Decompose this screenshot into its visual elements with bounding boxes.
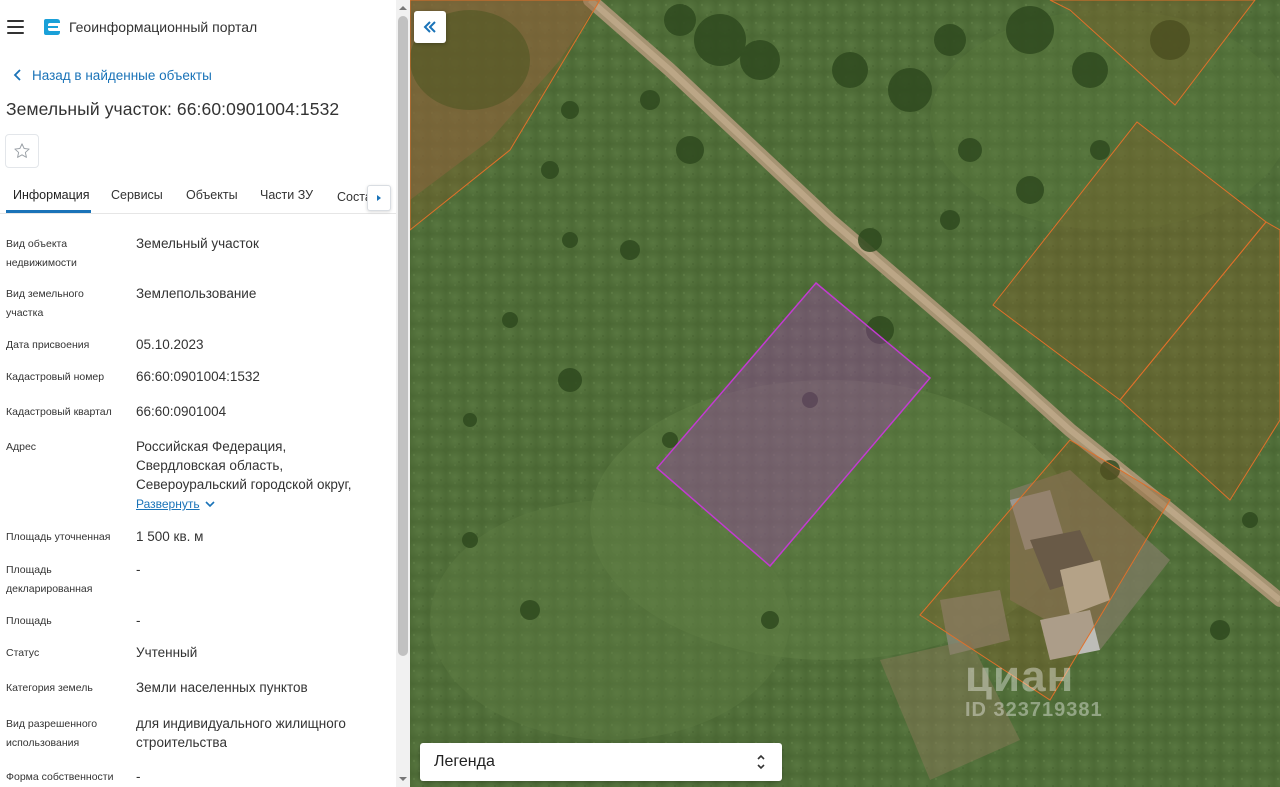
value-cadastral-number: 66:60:0901004:1532 — [136, 369, 260, 384]
legend-label: Легенда — [434, 753, 495, 770]
tab-composition[interactable]: Состав — [337, 190, 369, 204]
expand-label: Развернуть — [136, 497, 200, 511]
favorite-button[interactable] — [5, 134, 39, 168]
value-ownership-form: - — [136, 769, 141, 784]
label-address: Адрес — [6, 441, 37, 453]
expand-address-link[interactable]: Развернуть — [136, 497, 215, 511]
scroll-down-arrow-icon[interactable] — [396, 773, 410, 785]
label-cadastral-quarter: Кадастровый квартал — [6, 406, 112, 418]
tab-information[interactable]: Информация — [13, 188, 90, 202]
value-status: Учтенный — [136, 645, 198, 660]
map-view[interactable]: циан ID 323719381 Легенда — [410, 0, 1280, 787]
legend-dropdown[interactable]: Легенда — [420, 743, 782, 781]
object-title: Земельный участок: 66:60:0901004:1532 — [6, 99, 340, 119]
label-land-category: Категория земель — [6, 682, 93, 694]
panel-scrollbar[interactable] — [396, 0, 410, 787]
value-permitted-use: для индивидуального жилищного строительст… — [136, 716, 346, 750]
label-area-specified: Площадь уточненная — [6, 531, 111, 543]
satellite-imagery — [410, 0, 1280, 787]
value-cadastral-quarter: 66:60:0901004 — [136, 404, 227, 419]
portal-title: Геоинформационный портал — [69, 19, 258, 35]
top-bar: Геоинформационный портал — [0, 8, 396, 48]
collapse-panel-button[interactable] — [414, 11, 446, 43]
value-area: - — [136, 613, 141, 628]
scrollbar-thumb[interactable] — [398, 16, 408, 656]
label-land-kind: Вид земельного участка — [6, 288, 84, 319]
label-object-kind: Вид объекта недвижимости — [6, 238, 77, 269]
label-ownership-form: Форма собственности — [6, 771, 114, 783]
label-assign-date: Дата присвоения — [6, 339, 90, 351]
value-land-category: Земли населенных пунктов — [136, 680, 308, 695]
portal-logo-icon — [44, 19, 60, 35]
back-to-results-link[interactable]: Назад в найденные объекты — [10, 66, 212, 84]
up-down-chevron-icon — [757, 754, 765, 770]
tab-parts[interactable]: Части ЗУ — [260, 188, 313, 202]
hamburger-icon[interactable] — [7, 20, 24, 34]
tab-services[interactable]: Сервисы — [111, 188, 163, 202]
value-assign-date: 05.10.2023 — [136, 337, 204, 352]
label-area: Площадь — [6, 615, 52, 627]
caret-right-icon — [377, 195, 381, 201]
info-panel: Геоинформационный портал Назад в найденн… — [0, 0, 410, 787]
back-link-label: Назад в найденные объекты — [32, 67, 212, 83]
label-permitted-use: Вид разрешенного использования — [6, 718, 98, 749]
value-land-kind: Землепользование — [136, 286, 257, 301]
scroll-up-arrow-icon[interactable] — [396, 2, 410, 14]
chevron-down-icon — [205, 501, 215, 508]
star-outline-icon — [14, 143, 30, 158]
value-object-kind: Земельный участок — [136, 236, 259, 251]
value-address: Российская Федерация, Свердловская област… — [136, 439, 352, 492]
label-cadastral-number: Кадастровый номер — [6, 371, 105, 383]
tab-objects[interactable]: Объекты — [186, 188, 238, 202]
label-status: Статус — [6, 647, 40, 659]
label-area-declared: Площадь декларированная — [6, 564, 93, 595]
tab-bar: Информация Сервисы Объекты Части ЗУ Сост… — [0, 178, 396, 214]
value-area-specified: 1 500 кв. м — [136, 529, 204, 544]
double-chevron-left-icon — [423, 21, 436, 33]
chevron-left-icon — [13, 69, 21, 81]
tabs-next-button[interactable] — [367, 185, 391, 211]
value-area-declared: - — [136, 562, 141, 577]
active-tab-indicator — [6, 210, 91, 213]
